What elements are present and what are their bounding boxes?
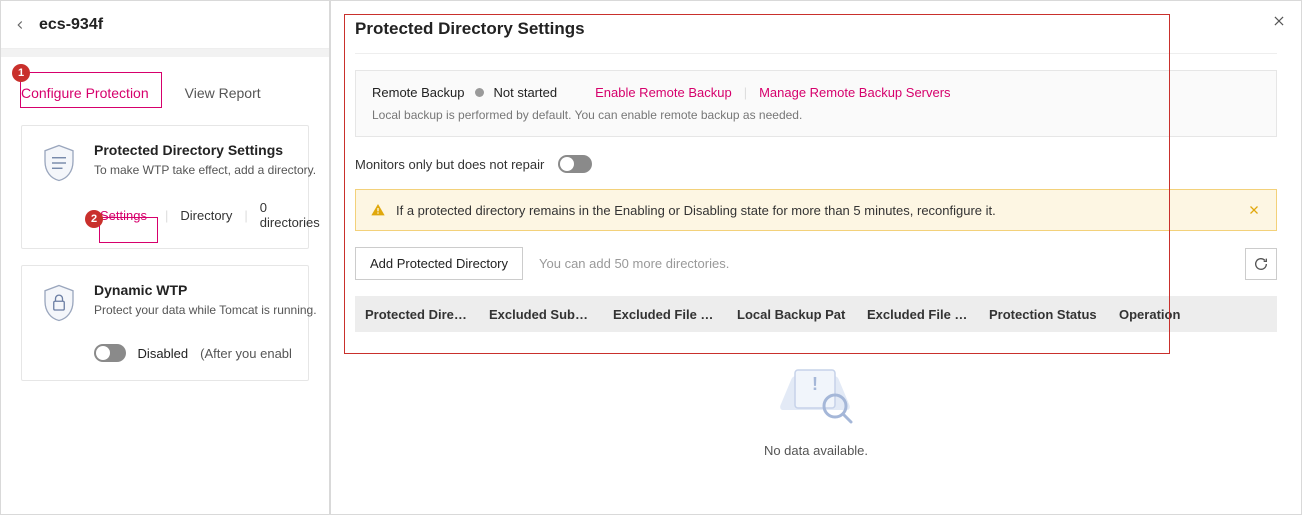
refresh-button[interactable] — [1245, 248, 1277, 280]
tabs-row: Configure Protection View Report — [1, 57, 329, 109]
card-links-row: Settings | Directory | 0 directories — [94, 200, 292, 230]
warning-triangle-icon — [370, 202, 386, 218]
settings-link[interactable]: Settings — [94, 204, 153, 227]
shield-lock-icon — [38, 282, 80, 324]
page-header: ecs-934f — [1, 1, 329, 49]
directories-count: 0 directories — [260, 200, 320, 230]
shield-lines-icon — [38, 142, 80, 184]
monitors-only-row: Monitors only but does not repair — [355, 155, 1277, 173]
separator: | — [165, 208, 168, 223]
warning-text: If a protected directory remains in the … — [396, 203, 1246, 218]
empty-state-text: No data available. — [355, 443, 1277, 458]
column-excluded-file-path: Excluded File P… — [857, 307, 979, 322]
separator: | — [244, 208, 247, 223]
card-dynamic-wtp: Dynamic WTP Protect your data while Tomc… — [21, 265, 309, 381]
svg-text:!: ! — [812, 374, 818, 394]
card-subtitle: To make WTP take effect, add a directory… — [94, 162, 316, 179]
monitors-only-label: Monitors only but does not repair — [355, 157, 544, 172]
add-protected-directory-button[interactable]: Add Protected Directory — [355, 247, 523, 280]
annotation-badge-2: 2 — [85, 210, 103, 228]
tab-configure-protection[interactable]: Configure Protection — [21, 77, 149, 109]
separator: | — [742, 85, 749, 100]
add-directory-hint: You can add 50 more directories. — [539, 256, 729, 271]
card-title: Dynamic WTP — [94, 282, 317, 298]
column-protected-directory: Protected Direc… — [355, 307, 479, 322]
remote-backup-status: Not started — [494, 85, 558, 100]
divider — [355, 53, 1277, 54]
add-directory-row: Add Protected Directory You can add 50 m… — [355, 247, 1277, 280]
page-title: ecs-934f — [39, 16, 103, 34]
warning-bar: If a protected directory remains in the … — [355, 189, 1277, 231]
enable-remote-backup-link[interactable]: Enable Remote Backup — [595, 85, 732, 100]
remote-backup-hint: Local backup is performed by default. Yo… — [372, 108, 1260, 122]
settings-drawer: Protected Directory Settings Remote Back… — [330, 0, 1302, 515]
back-chevron-icon[interactable] — [13, 16, 31, 34]
toggle-switch[interactable] — [94, 344, 126, 362]
column-operation: Operation — [1109, 307, 1277, 322]
empty-state-icon: ! — [773, 360, 859, 430]
toggle-note: (After you enable — [200, 346, 292, 361]
card-protected-directory: Protected Directory Settings To make WTP… — [21, 125, 309, 249]
table-header-row: Protected Direc… Excluded Subdi… Exclude… — [355, 296, 1277, 332]
left-underlay-page: ecs-934f Configure Protection View Repor… — [0, 0, 330, 515]
warning-close-icon[interactable] — [1246, 202, 1262, 218]
column-excluded-file-type: Excluded File T… — [603, 307, 727, 322]
toggle-state-label: Disabled — [138, 346, 189, 361]
divider-strip — [1, 49, 329, 57]
table-empty-state: ! No data available. — [355, 332, 1277, 458]
column-local-backup-path: Local Backup Pat — [727, 307, 857, 322]
annotation-badge-1: 1 — [12, 64, 30, 82]
close-icon[interactable] — [1269, 11, 1289, 31]
panel-title: Protected Directory Settings — [355, 19, 1277, 39]
card-subtitle: Protect your data while Tomcat is runnin… — [94, 302, 317, 319]
tab-view-report[interactable]: View Report — [185, 77, 261, 109]
column-protection-status: Protection Status — [979, 307, 1109, 322]
card-title: Protected Directory Settings — [94, 142, 316, 158]
monitors-only-toggle[interactable] — [558, 155, 592, 173]
remote-backup-info: Remote Backup Not started Enable Remote … — [355, 70, 1277, 137]
column-excluded-subdirectory: Excluded Subdi… — [479, 307, 603, 322]
status-dot-icon — [475, 88, 484, 97]
directory-label: Directory — [180, 208, 232, 223]
remote-backup-label: Remote Backup — [372, 85, 465, 100]
dynamic-wtp-toggle-row: Disabled (After you enable — [94, 344, 292, 362]
manage-remote-servers-link[interactable]: Manage Remote Backup Servers — [759, 85, 950, 100]
